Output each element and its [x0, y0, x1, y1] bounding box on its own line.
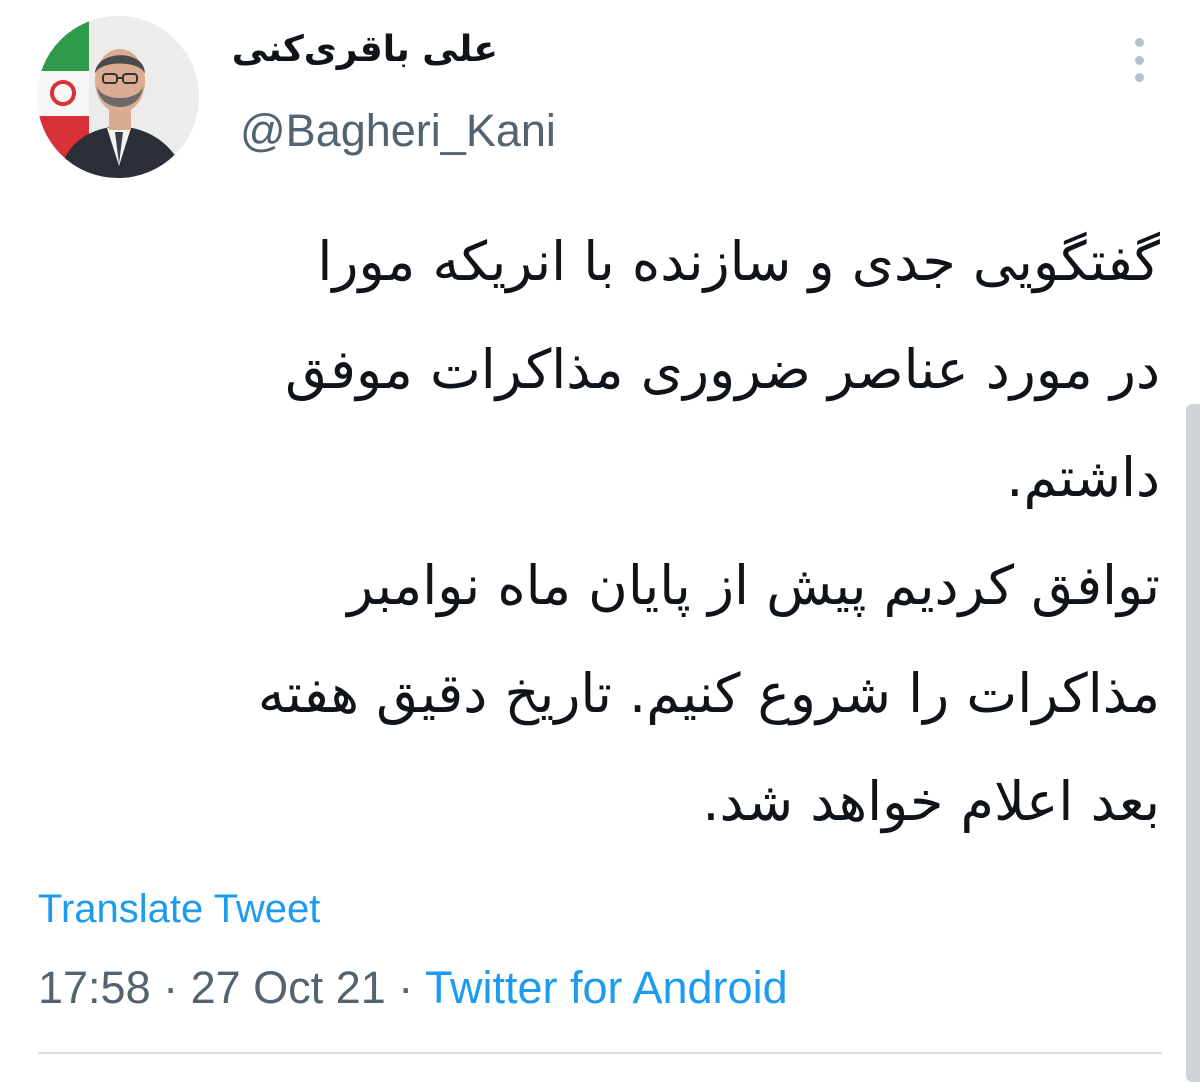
- tweet-date[interactable]: 27 Oct 21: [191, 962, 386, 1013]
- tweet-text-line: در مورد عناصر ضروری مذاکرات موفق: [285, 338, 1160, 401]
- more-dot: [1134, 55, 1144, 65]
- avatar-image: [37, 16, 199, 178]
- more-vertical-icon[interactable]: [1127, 38, 1151, 82]
- tweet-text-line: توافق کردیم پیش از پایان ماه نوامبر: [347, 554, 1160, 617]
- more-dot: [1134, 38, 1144, 47]
- tweet-source-link[interactable]: Twitter for Android: [425, 962, 788, 1013]
- divider: [38, 1052, 1162, 1054]
- more-dot: [1134, 73, 1144, 82]
- display-name[interactable]: علی باقری‌کنی: [232, 28, 498, 71]
- avatar[interactable]: [37, 16, 199, 178]
- tweet-metadata: 17:58 · 27 Oct 21 · Twitter for Android: [38, 962, 788, 1014]
- meta-separator: ·: [385, 962, 425, 1013]
- tweet-text: گفتگویی جدی و سازنده با انریکه مورا در م…: [30, 208, 1160, 856]
- user-handle[interactable]: @Bagheri_Kani: [240, 104, 556, 158]
- tweet-card: علی باقری‌کنی @Bagheri_Kani گفتگویی جدی …: [0, 0, 1200, 1082]
- tweet-text-line: گفتگویی جدی و سازنده با انریکه مورا: [317, 230, 1160, 293]
- tweet-time[interactable]: 17:58: [38, 962, 151, 1013]
- tweet-text-line: بعد اعلام خواهد شد.: [702, 770, 1160, 833]
- translate-tweet-link[interactable]: Translate Tweet: [38, 887, 320, 932]
- scrollbar[interactable]: [1186, 404, 1200, 1082]
- meta-separator: ·: [150, 962, 191, 1013]
- tweet-text-line: مذاکرات را شروع کنیم. تاریخ دقیق هفته: [257, 662, 1160, 725]
- tweet-text-line: داشتم.: [1006, 446, 1160, 509]
